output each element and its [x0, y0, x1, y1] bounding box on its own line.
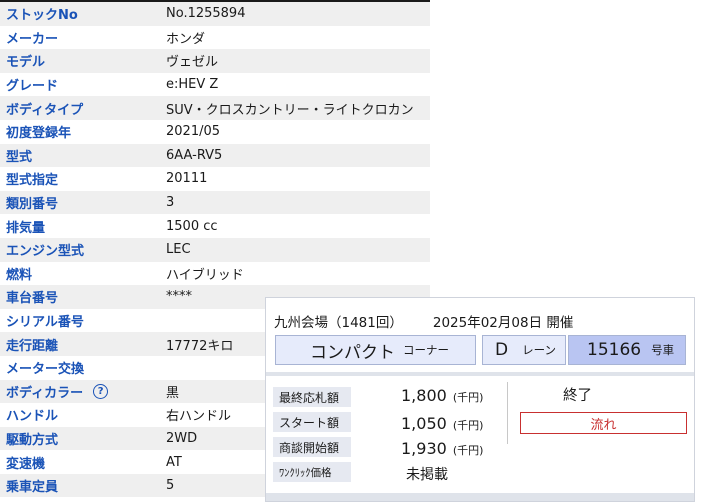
result-flow-button[interactable]: 流れ [520, 412, 687, 434]
car-number: 15166 [587, 340, 642, 360]
spec-row: ボディタイプ SUV・クロスカントリー・ライトクロカン [0, 96, 430, 120]
spec-row: 類別番号 3 [0, 190, 430, 215]
spec-value: No.1255894 [166, 6, 246, 22]
spec-label: 車台番号 [6, 291, 59, 307]
spec-value: ヴェゼル [166, 55, 219, 71]
spec-row: メーカー ホンダ [0, 26, 430, 50]
negotiation-start-label: 商談開始額 [273, 437, 351, 457]
spec-value: 20111 [166, 171, 208, 187]
spec-label: モデル [6, 55, 46, 71]
final-bid-value: 1,800 (千円) [401, 386, 484, 405]
venue-name: 九州会場（1481回） [274, 315, 403, 331]
auction-venue: 九州会場（1481回） 2025年02月08日 開催 [274, 311, 573, 331]
spec-value: ハイブリッド [166, 267, 244, 283]
one-click-price-value: 未掲載 [406, 467, 448, 483]
spec-label: 駆動方式 [6, 432, 59, 448]
spec-value: SUV・クロスカントリー・ライトクロカン [166, 102, 414, 118]
help-icon[interactable]: ? [93, 383, 109, 399]
spec-label: 排気量 [6, 220, 46, 236]
spec-row: ストックNo No.1255894 [0, 2, 430, 26]
car-number-box: 15166 号車 [568, 335, 686, 365]
lane-box: D レーン [482, 335, 566, 365]
spec-label: ボディタイプ [6, 102, 84, 118]
spec-label: エンジン型式 [6, 244, 85, 260]
spec-label: ハンドル [6, 409, 59, 425]
spec-label: 乗車定員 [6, 480, 59, 496]
lane-suffix: レーン [522, 343, 557, 357]
spec-row: エンジン型式 LEC [0, 237, 430, 262]
spec-row: 型式指定 20111 [0, 167, 430, 191]
auction-date: 2025年02月08日 開催 [432, 315, 574, 331]
auction-info-panel: 九州会場（1481回） 2025年02月08日 開催 コンパクト コーナー D レ… [265, 297, 695, 502]
spec-value: 2021/05 [166, 124, 221, 140]
spec-label: 燃料 [6, 267, 33, 283]
corner-suffix: コーナー [403, 343, 449, 357]
spec-value: 6AA-RV5 [166, 147, 223, 163]
spec-label: ボディカラー? [0, 382, 152, 401]
spec-row: 型式 6AA-RV5 [0, 143, 430, 168]
corner-box: コンパクト コーナー [275, 335, 476, 365]
lane-name: D [495, 340, 509, 360]
panel-separator [266, 372, 694, 376]
final-bid-label: 最終応札額 [273, 387, 351, 407]
spec-label: メーカー [6, 31, 59, 47]
corner-name: コンパクト [310, 342, 395, 363]
spec-label: 変速機 [6, 456, 46, 472]
spec-label: グレード [6, 79, 59, 95]
spec-label: 型式指定 [6, 173, 59, 189]
spec-value: LEC [166, 242, 191, 258]
start-price-label: スタート額 [273, 412, 351, 432]
spec-row: 初度登録年 2021/05 [0, 120, 430, 144]
spec-label: 類別番号 [6, 197, 59, 213]
car-number-suffix: 号車 [651, 343, 675, 357]
spec-row: 燃料 ハイブリッド [0, 262, 430, 286]
spec-value: ホンダ [166, 31, 206, 47]
spec-row: 排気量 1500 cc [0, 214, 430, 238]
spec-value: e:HEV Z [166, 77, 219, 93]
one-click-price-label: ﾜﾝｸﾘｯｸ価格 [273, 462, 351, 482]
spec-row: グレード e:HEV Z [0, 73, 430, 97]
start-price-value: 1,050 (千円) [401, 414, 484, 433]
spec-row: モデル ヴェゼル [0, 49, 430, 73]
spec-label: シリアル番号 [6, 315, 84, 331]
panel-bottom-strip [266, 493, 694, 501]
spec-value: 3 [166, 195, 175, 211]
spec-label: 型式 [6, 149, 33, 165]
spec-label: 初度登録年 [6, 126, 72, 142]
price-divider [507, 382, 508, 444]
negotiation-start-value: 1,930 (千円) [401, 439, 484, 458]
spec-value: 1500 cc [166, 218, 218, 234]
spec-label: 走行距離 [6, 338, 59, 354]
auction-status: 終了 [563, 388, 592, 404]
spec-label: メーター交換 [6, 362, 85, 378]
spec-label: ストックNo [6, 8, 78, 24]
